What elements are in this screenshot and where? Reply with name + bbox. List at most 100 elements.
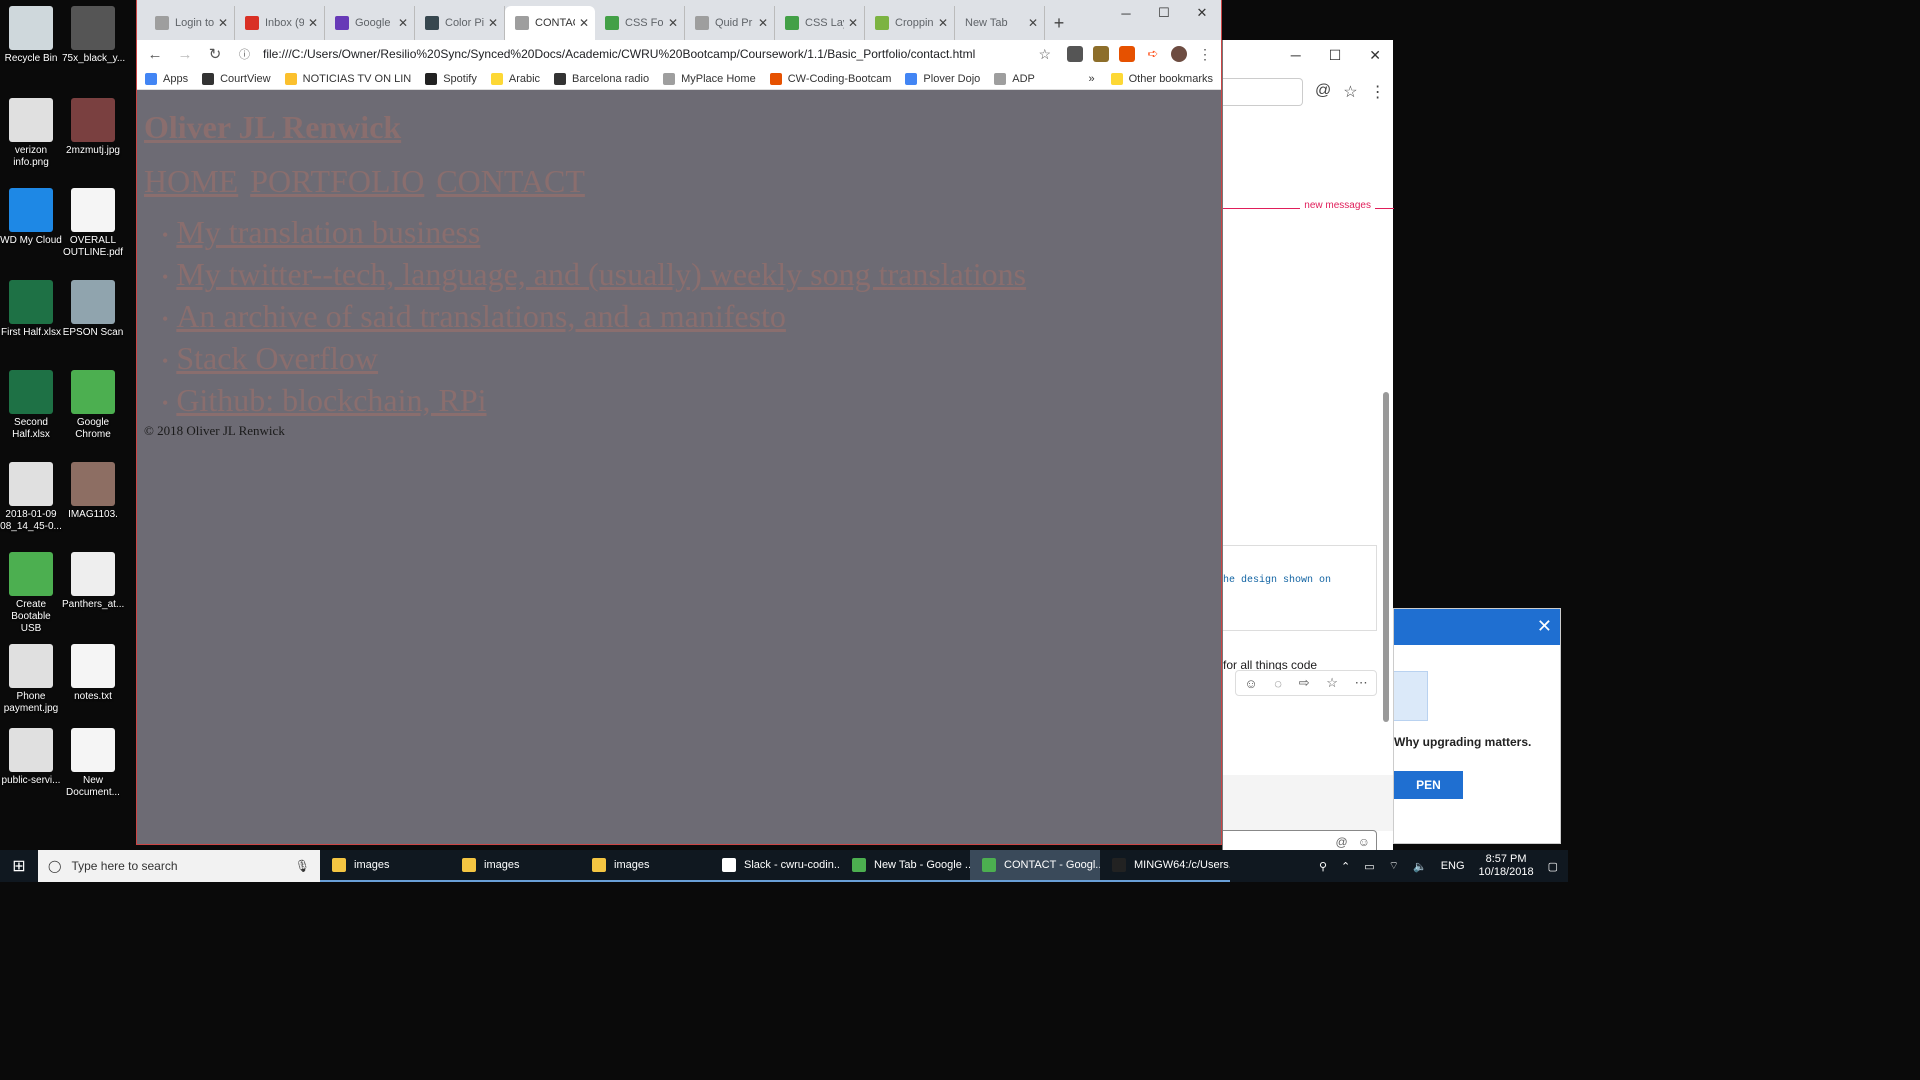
star-icon[interactable]: ☆ bbox=[1326, 675, 1338, 691]
minimize-icon[interactable]: ─ bbox=[1291, 47, 1301, 63]
network-icon[interactable]: ⌔ bbox=[1389, 859, 1399, 873]
extension-icon[interactable] bbox=[1119, 46, 1135, 62]
taskbar-item[interactable]: CONTACT - Googl... bbox=[970, 850, 1100, 882]
browser-tab[interactable]: Croppin ✕ bbox=[865, 6, 955, 40]
minimize-icon[interactable]: ─ bbox=[1107, 0, 1145, 26]
desktop-icon[interactable]: verizon info.png bbox=[0, 98, 62, 169]
desktop-icon[interactable]: Recycle Bin bbox=[0, 6, 62, 65]
desktop-icon[interactable]: Panthers_at... bbox=[62, 552, 124, 611]
forward-icon[interactable]: → bbox=[175, 46, 195, 63]
taskbar-search[interactable]: ◯ Type here to search 🎙 bbox=[38, 850, 320, 882]
taskbar-item[interactable]: Slack - cwru-codin... bbox=[710, 850, 840, 882]
browser-tab[interactable]: Inbox (9 ✕ bbox=[235, 6, 325, 40]
nav-contact[interactable]: CONTACT bbox=[436, 163, 585, 199]
share-icon[interactable]: ⇨ bbox=[1299, 675, 1310, 691]
desktop-icon[interactable]: notes.txt bbox=[62, 644, 124, 703]
clock[interactable]: 8:57 PM 10/18/2018 bbox=[1479, 853, 1534, 879]
bookmark-item[interactable]: ADP bbox=[994, 72, 1035, 85]
browser-tab[interactable]: Login to ✕ bbox=[145, 6, 235, 40]
menu-icon[interactable]: ⋮ bbox=[1197, 46, 1213, 62]
reload-icon[interactable]: ↻ bbox=[205, 45, 225, 63]
notifications-icon[interactable]: ▢ bbox=[1548, 860, 1558, 873]
close-tab-icon[interactable]: ✕ bbox=[488, 16, 498, 30]
more-icon[interactable]: ⋮ bbox=[1370, 82, 1386, 102]
mention-icon[interactable]: @ bbox=[1336, 835, 1348, 849]
close-tab-icon[interactable]: ✕ bbox=[938, 16, 948, 30]
url-text[interactable]: file:///C:/Users/Owner/Resilio%20Sync/Sy… bbox=[263, 47, 1038, 61]
taskbar-item[interactable]: images bbox=[450, 850, 580, 882]
people-icon[interactable]: ⚲ bbox=[1319, 860, 1327, 873]
close-tab-icon[interactable]: ✕ bbox=[758, 16, 768, 30]
desktop-icon[interactable]: public-servi... bbox=[0, 728, 62, 787]
browser-tab[interactable]: CONTAC ✕ bbox=[505, 6, 595, 40]
volume-icon[interactable]: 🔈 bbox=[1413, 860, 1427, 873]
browser-tab[interactable]: Google ✕ bbox=[325, 6, 415, 40]
emoji-icon[interactable]: ☺ bbox=[1358, 835, 1370, 849]
desktop-icon[interactable]: Phone payment.jpg bbox=[0, 644, 62, 715]
desktop-icon[interactable]: Create Bootable USB bbox=[0, 552, 62, 635]
link-archive[interactable]: An archive of said translations, and a m… bbox=[176, 298, 786, 334]
desktop-icon[interactable]: New Document... bbox=[62, 728, 124, 799]
language-indicator[interactable]: ENG bbox=[1441, 860, 1465, 872]
bookmark-item[interactable]: Apps bbox=[145, 72, 188, 85]
site-title[interactable]: Oliver JL Renwick bbox=[144, 111, 1214, 143]
bookmark-item[interactable]: Barcelona radio bbox=[554, 72, 649, 85]
taskbar-item[interactable]: New Tab - Google ... bbox=[840, 850, 970, 882]
scrollbar[interactable] bbox=[1383, 392, 1389, 722]
close-icon[interactable]: ✕ bbox=[1369, 47, 1381, 64]
extension-icon[interactable] bbox=[1067, 46, 1083, 62]
bookmark-item[interactable]: CW-Coding-Bootcam bbox=[769, 72, 891, 85]
browser-tab[interactable]: CSS Lay ✕ bbox=[775, 6, 865, 40]
taskbar-item[interactable]: MINGW64:/c/Users... bbox=[1100, 850, 1230, 882]
maximize-icon[interactable]: ☐ bbox=[1145, 0, 1183, 26]
star-icon[interactable]: ☆ bbox=[1343, 82, 1357, 102]
back-icon[interactable]: ← bbox=[145, 46, 165, 63]
close-tab-icon[interactable]: ✕ bbox=[668, 16, 678, 30]
open-button[interactable]: PEN bbox=[1394, 771, 1463, 799]
maximize-icon[interactable]: ☐ bbox=[1329, 47, 1342, 64]
bookmark-item[interactable]: CourtView bbox=[202, 72, 271, 85]
link-twitter[interactable]: My twitter--tech, language, and (usually… bbox=[176, 256, 1026, 292]
desktop-icon[interactable]: EPSON Scan bbox=[62, 280, 124, 339]
desktop-icon[interactable]: Second Half.xlsx bbox=[0, 370, 62, 441]
browser-tab[interactable]: New Tab ✕ bbox=[955, 6, 1045, 40]
desktop-icon[interactable]: IMAG1103. bbox=[62, 462, 124, 521]
link-github[interactable]: Github: blockchain, RPi bbox=[176, 382, 486, 418]
new-tab-button[interactable]: + bbox=[1045, 6, 1073, 40]
bookmark-item[interactable]: Spotify bbox=[425, 72, 477, 85]
browser-tab[interactable]: Color Pi ✕ bbox=[415, 6, 505, 40]
info-icon[interactable]: ⓘ bbox=[239, 46, 255, 62]
bookmark-item[interactable]: Plover Dojo bbox=[905, 72, 980, 85]
close-tab-icon[interactable]: ✕ bbox=[308, 16, 318, 30]
extension-icon[interactable]: ➪ bbox=[1145, 46, 1161, 62]
desktop-icon[interactable]: 75x_black_y... bbox=[62, 6, 125, 65]
windows-start-icon[interactable]: ⊞ bbox=[0, 850, 38, 882]
thread-icon[interactable]: ◌ bbox=[1274, 676, 1282, 691]
nav-portfolio[interactable]: PORTFOLIO bbox=[250, 163, 424, 199]
profile-avatar[interactable] bbox=[1171, 46, 1187, 62]
battery-icon[interactable]: ▭ bbox=[1364, 860, 1374, 873]
desktop-icon[interactable]: OVERALL OUTLINE.pdf bbox=[62, 188, 124, 259]
close-icon[interactable]: ✕ bbox=[1537, 617, 1552, 635]
bookmark-item[interactable]: Arabic bbox=[490, 72, 540, 85]
desktop-icon[interactable]: First Half.xlsx bbox=[0, 280, 62, 339]
bookmarks-overflow[interactable]: » bbox=[1089, 73, 1095, 85]
mention-icon[interactable]: @ bbox=[1315, 82, 1331, 102]
taskbar-item[interactable]: images bbox=[320, 850, 450, 882]
slack-search-box[interactable] bbox=[1223, 78, 1303, 106]
bookmark-item[interactable]: NOTICIAS TV ON LIN bbox=[284, 72, 411, 85]
desktop-icon[interactable]: 2mzmutj.jpg bbox=[62, 98, 124, 157]
bookmark-star-icon[interactable]: ☆ bbox=[1038, 46, 1051, 63]
more-icon[interactable]: ⋯ bbox=[1355, 675, 1368, 691]
link-translation-business[interactable]: My translation business bbox=[176, 214, 480, 250]
extension-icon[interactable] bbox=[1093, 46, 1109, 62]
add-reaction-icon[interactable]: ☺ bbox=[1244, 676, 1257, 691]
close-tab-icon[interactable]: ✕ bbox=[218, 16, 228, 30]
taskbar-item[interactable]: images bbox=[580, 850, 710, 882]
close-tab-icon[interactable]: ✕ bbox=[848, 16, 858, 30]
desktop-icon[interactable]: WD My Cloud bbox=[0, 188, 62, 247]
browser-tab[interactable]: Quid Pr ✕ bbox=[685, 6, 775, 40]
link-stack-overflow[interactable]: Stack Overflow bbox=[176, 340, 378, 376]
desktop-icon[interactable]: 2018-01-09 08_14_45-0... bbox=[0, 462, 62, 533]
close-tab-icon[interactable]: ✕ bbox=[1028, 16, 1038, 30]
